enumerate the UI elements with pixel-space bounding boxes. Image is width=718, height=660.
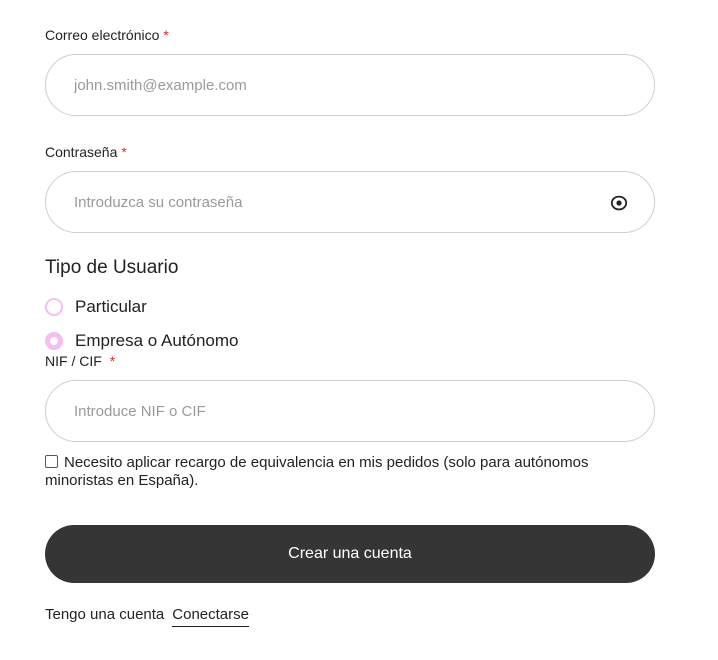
radio-button[interactable] (45, 298, 63, 316)
nif-field[interactable] (74, 381, 594, 441)
nif-label-text: NIF / CIF (45, 353, 102, 369)
email-label-text: Correo electrónico (45, 27, 160, 43)
login-row: Tengo una cuenta Conectarse (45, 606, 249, 627)
email-field[interactable] (74, 55, 594, 115)
login-prompt: Tengo una cuenta (45, 606, 165, 623)
required-mark: * (109, 353, 116, 369)
password-label-text: Contraseña (45, 144, 118, 160)
user-type-title: Tipo de Usuario (45, 257, 179, 278)
surcharge-checkbox[interactable] (45, 455, 58, 468)
radio-particular[interactable]: Particular (45, 296, 147, 318)
radio-label: Particular (75, 297, 147, 316)
radio-empresa[interactable]: Empresa o Autónomo (45, 330, 238, 352)
radio-button-selected[interactable] (45, 332, 63, 350)
nif-field-wrapper (45, 380, 655, 442)
login-link[interactable]: Conectarse (172, 606, 249, 627)
password-field-wrapper (45, 171, 655, 233)
email-label: Correo electrónico * (45, 27, 169, 43)
surcharge-label: Necesito aplicar recargo de equivalencia… (45, 454, 589, 489)
email-field-wrapper (45, 54, 655, 116)
eye-icon[interactable] (610, 194, 628, 212)
password-label: Contraseña * (45, 144, 127, 160)
nif-label: NIF / CIF * (45, 353, 115, 369)
required-mark: * (163, 27, 169, 43)
radio-label: Empresa o Autónomo (75, 331, 239, 350)
create-account-button[interactable]: Crear una cuenta (45, 525, 655, 583)
surcharge-option: Necesito aplicar recargo de equivalencia… (45, 454, 645, 490)
password-field[interactable] (74, 172, 594, 232)
required-mark: * (121, 144, 127, 160)
